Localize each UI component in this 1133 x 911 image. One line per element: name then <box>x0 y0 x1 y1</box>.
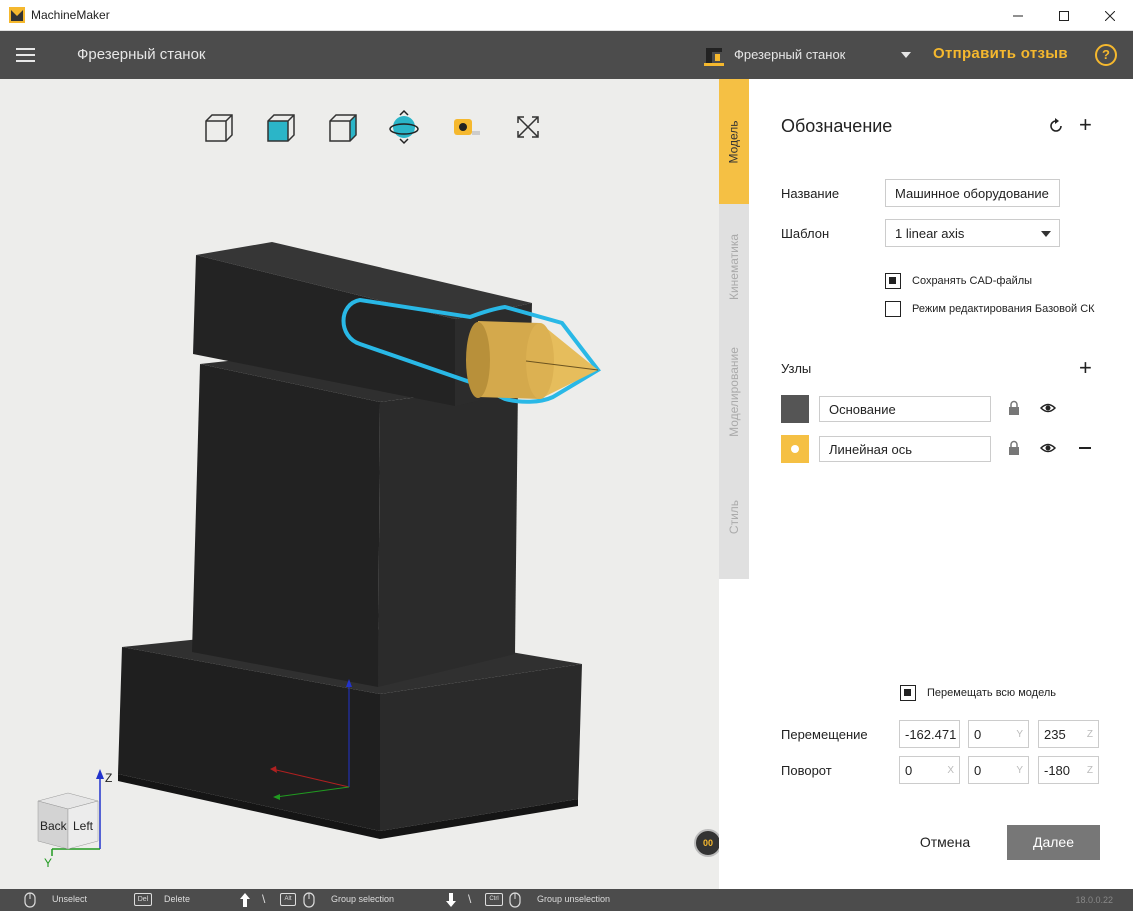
close-button[interactable] <box>1087 0 1133 31</box>
mouse-icon <box>24 892 36 908</box>
save-cad-checkbox[interactable] <box>885 273 901 289</box>
tab-simulation[interactable]: Моделирование <box>719 329 749 454</box>
add-node-icon[interactable]: + <box>1079 357 1092 379</box>
node-name-field[interactable]: Линейная ось <box>819 436 991 462</box>
edit-base-checkbox[interactable] <box>885 301 901 317</box>
app-logo-icon <box>9 7 25 23</box>
template-label: Шаблон <box>781 226 830 241</box>
status-delete: Delete <box>164 894 191 904</box>
del-key-icon: Del <box>134 893 152 906</box>
chevron-down-icon <box>1041 231 1051 237</box>
mouse-icon <box>303 892 315 908</box>
status-group-unselection: Group unselection <box>537 894 611 904</box>
arrow-up-icon <box>240 893 250 907</box>
status-group-selection: Group selection <box>331 894 395 904</box>
document-title: Фрезерный станок <box>77 46 206 63</box>
maximize-button[interactable] <box>1041 0 1087 31</box>
separator-icon: \ <box>262 892 266 906</box>
axis-cube[interactable]: Z Y Back Left <box>30 769 125 869</box>
rotation-y-field[interactable]: 0Y <box>968 756 1029 784</box>
next-button[interactable]: Далее <box>1007 825 1100 860</box>
chevron-down-icon <box>901 52 911 58</box>
translation-label: Перемещение <box>781 727 868 742</box>
app-header: Фрезерный станок Фрезерный станок Отправ… <box>0 31 1133 79</box>
lock-icon[interactable] <box>1006 400 1022 416</box>
node-name-field[interactable]: Основание <box>819 396 991 422</box>
name-label: Название <box>781 186 840 201</box>
machine-select[interactable]: Фрезерный станок <box>704 43 914 67</box>
cancel-button[interactable]: Отмена <box>901 825 989 860</box>
add-icon[interactable]: + <box>1079 114 1092 136</box>
translation-y-field[interactable]: 0Y <box>968 720 1029 748</box>
node-color-swatch[interactable] <box>781 395 809 423</box>
cube-back-label: Back <box>40 819 68 833</box>
status-bar: Unselect Del Delete \ Alt Group selectio… <box>0 889 1133 911</box>
cube-left-label: Left <box>73 819 94 833</box>
axis-y-label: Y <box>44 856 52 869</box>
panel-title: Обозначение <box>781 116 893 136</box>
nodes-label: Узлы <box>781 361 812 376</box>
rotation-x-field[interactable]: 0X <box>899 756 960 784</box>
tab-style[interactable]: Стиль <box>719 454 749 579</box>
node-color-swatch[interactable] <box>781 435 809 463</box>
vertical-tabs: Модель Кинематика Моделирование Стиль <box>719 79 749 579</box>
close-icon <box>1105 10 1115 21</box>
properties-panel: Обозначение + Название Машинное оборудов… <box>749 79 1133 889</box>
separator-icon: \ <box>468 892 472 906</box>
minimize-button[interactable] <box>995 0 1041 31</box>
rotation-z-field[interactable]: -180 Z <box>1038 756 1099 784</box>
lock-icon[interactable] <box>1006 440 1022 456</box>
ctrl-key-icon: Ctrl <box>485 893 503 906</box>
alt-key-icon: Alt <box>280 893 296 906</box>
help-icon[interactable]: ? <box>1095 44 1117 66</box>
axis-z-label: Z <box>105 771 112 785</box>
template-select[interactable]: 1 linear axis <box>885 219 1060 247</box>
name-field[interactable]: Машинное оборудование <box>885 179 1060 207</box>
eye-icon[interactable] <box>1040 400 1056 416</box>
remove-node-icon[interactable] <box>1079 447 1091 449</box>
arrow-down-icon <box>446 893 456 907</box>
window-title: MachineMaker <box>31 8 110 22</box>
machine-icon <box>704 48 724 66</box>
version-label: 18.0.0.22 <box>1075 895 1113 905</box>
edit-base-label: Режим редактирования Базовой СК <box>912 303 1095 315</box>
3d-viewport[interactable]: Z Y Back Left 00 <box>0 79 719 889</box>
save-cad-label: Сохранять CAD-файлы <box>912 275 1033 287</box>
reset-icon[interactable] <box>1047 117 1065 135</box>
move-all-checkbox[interactable] <box>900 685 916 701</box>
fps-badge: 00 <box>694 829 719 857</box>
translation-x-field[interactable]: -162.471 <box>899 720 960 748</box>
eye-icon[interactable] <box>1040 440 1056 456</box>
mouse-icon <box>509 892 521 908</box>
maximize-icon <box>1059 10 1069 21</box>
node-dot-icon <box>791 445 799 453</box>
minimize-icon <box>1013 15 1023 16</box>
menu-icon[interactable] <box>16 48 35 62</box>
tab-kinematics[interactable]: Кинематика <box>719 204 749 329</box>
machine-select-label: Фрезерный станок <box>734 47 846 62</box>
window-titlebar: MachineMaker <box>0 0 1133 31</box>
tab-model[interactable]: Модель <box>719 79 749 204</box>
feedback-link[interactable]: Отправить отзыв <box>933 45 1068 62</box>
machine-model[interactable] <box>0 79 719 889</box>
rotation-label: Поворот <box>781 763 832 778</box>
translation-z-field[interactable]: 235 Z <box>1038 720 1099 748</box>
move-all-label: Перемещать всю модель <box>927 687 1056 699</box>
template-select-value: 1 linear axis <box>895 226 965 241</box>
status-unselect: Unselect <box>52 894 88 904</box>
